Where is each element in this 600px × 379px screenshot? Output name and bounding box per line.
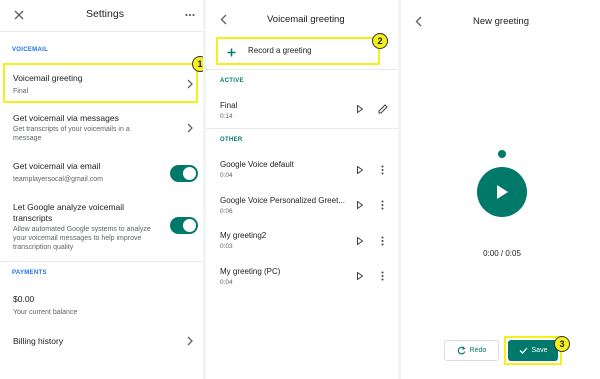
redo-button[interactable]: Redo — [444, 340, 499, 361]
section-divider — [206, 128, 398, 129]
billing-history-title: Billing history — [13, 336, 64, 346]
header-divider — [0, 31, 203, 32]
redo-icon — [457, 346, 466, 355]
more-options-icon[interactable] — [183, 8, 197, 22]
play-icon[interactable] — [357, 166, 363, 174]
payments-section-label: PAYMENTS — [12, 270, 47, 276]
more-vert-icon[interactable] — [381, 200, 384, 210]
chevron-right-icon — [187, 336, 193, 346]
callout-badge: 2 — [372, 33, 388, 49]
save-button-highlight — [504, 336, 562, 365]
play-icon[interactable] — [357, 201, 363, 209]
play-button[interactable] — [477, 167, 527, 217]
greeting-duration: 0:06 — [220, 208, 233, 215]
callout-badge: 3 — [554, 336, 570, 352]
playback-time: 0:00 / 0:05 — [483, 249, 521, 258]
voicemail-greeting-panel: Voicemail greeting Record a greeting 2 A… — [206, 0, 398, 379]
page-title: Settings — [86, 8, 124, 20]
page-title: New greeting — [473, 16, 529, 27]
active-section-label: ACTIVE — [220, 78, 244, 84]
greeting-duration: 0:04 — [220, 172, 233, 179]
analyze-transcripts-sub: Allow automated Google systems to analyz… — [13, 226, 151, 251]
new-greeting-panel: New greeting 0:00 / 0:05 Redo Save 3 — [401, 0, 600, 379]
toggle-knob — [182, 166, 197, 181]
recording-indicator — [498, 150, 506, 158]
back-arrow-icon[interactable] — [411, 14, 425, 28]
voicemail-via-email-title: Get voicemail via email — [13, 161, 101, 171]
more-vert-icon[interactable] — [381, 271, 384, 281]
settings-panel: Settings VOICEMAIL Voicemail greeting Fi… — [0, 0, 203, 379]
greeting-list-item[interactable] — [206, 154, 398, 184]
voicemail-via-messages-title: Get voicemail via messages — [13, 113, 119, 123]
other-section-label: OTHER — [220, 137, 243, 143]
page-title: Voicemail greeting — [267, 14, 345, 25]
play-icon[interactable] — [357, 272, 363, 280]
greeting-name: My greeting2 — [220, 231, 267, 240]
back-arrow-icon[interactable] — [216, 12, 230, 26]
play-icon[interactable] — [357, 105, 363, 113]
callout-badge: 1 — [192, 56, 203, 72]
voicemail-greeting-highlight — [3, 63, 198, 103]
greeting-duration: 0:14 — [220, 113, 233, 120]
section-divider — [0, 261, 203, 262]
greeting-list-item[interactable] — [206, 190, 398, 220]
record-greeting-highlight — [216, 37, 380, 65]
analyze-transcripts-title: Let Google analyze voicemail transcripts — [13, 202, 125, 223]
voicemail-via-email-toggle[interactable] — [170, 165, 198, 182]
greeting-name: My greeting (PC) — [220, 267, 281, 276]
play-icon — [497, 185, 508, 199]
chevron-right-icon — [187, 123, 193, 133]
play-icon[interactable] — [357, 237, 363, 245]
balance-sub: Your current balance — [13, 309, 78, 316]
analyze-transcripts-toggle[interactable] — [170, 217, 198, 234]
voicemail-section-label: VOICEMAIL — [12, 47, 49, 53]
redo-label: Redo — [469, 347, 487, 354]
more-vert-icon[interactable] — [381, 165, 384, 175]
close-icon[interactable] — [12, 8, 26, 22]
greeting-duration: 0:04 — [220, 279, 233, 286]
edit-pencil-icon[interactable] — [378, 104, 388, 114]
greeting-name: Google Voice default — [220, 160, 294, 169]
toggle-knob — [182, 218, 197, 233]
balance-amount: $0.00 — [13, 294, 35, 304]
greeting-name: Final — [220, 101, 238, 110]
voicemail-via-email-sub: teamplayersocal@gmail.com — [13, 176, 103, 183]
voicemail-via-messages-sub: Get transcripts of your voicemails in a … — [13, 126, 130, 142]
greeting-name: Google Voice Personalized Greet... — [220, 196, 345, 205]
more-vert-icon[interactable] — [381, 236, 384, 246]
greeting-duration: 0:03 — [220, 243, 233, 250]
section-divider — [206, 69, 398, 70]
